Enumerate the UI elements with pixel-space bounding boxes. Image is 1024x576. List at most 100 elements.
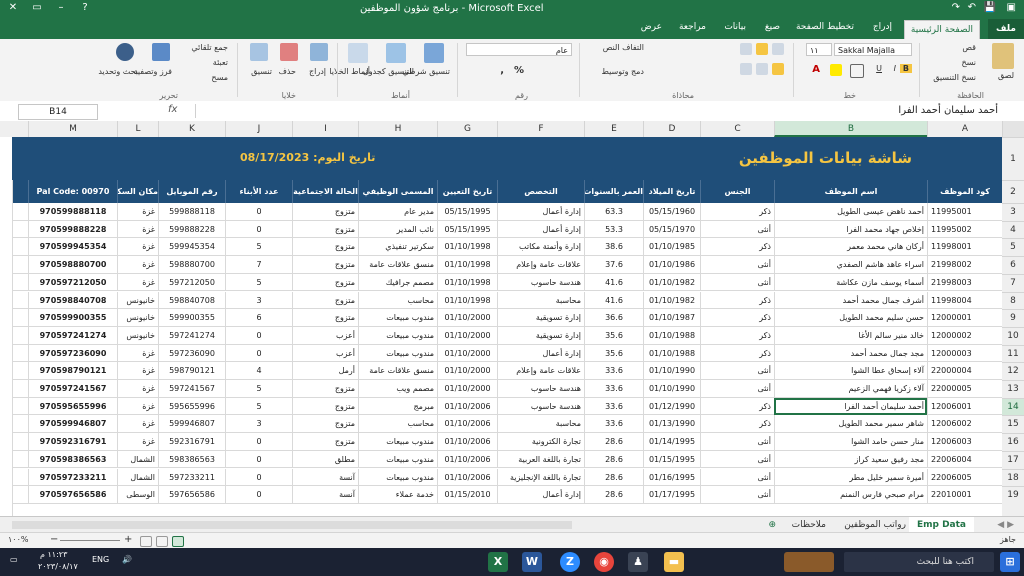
header-specialty[interactable]: التخصص (497, 180, 584, 203)
page-break-view-icon[interactable] (140, 536, 152, 547)
align-middle-icon[interactable] (756, 43, 768, 55)
cell-birth-date[interactable]: 01/13/1990 (643, 415, 700, 433)
tab-file[interactable]: ملف (988, 19, 1024, 39)
cell-age[interactable]: 41.6 (584, 273, 643, 291)
cell-hire-date[interactable]: 01/10/1998 (437, 273, 497, 291)
row-header[interactable]: 16 (1002, 433, 1024, 451)
copy-button[interactable]: نسخ (961, 58, 976, 67)
cell-employee-code[interactable]: 11998004 (927, 291, 1002, 309)
row-header[interactable]: 12 (1002, 362, 1024, 380)
cell-gender[interactable]: ذكر (700, 397, 774, 415)
taskbar-app-icon[interactable]: ♟ (628, 552, 648, 572)
sheet-tab-salaries[interactable]: رواتب الموظفين (836, 517, 914, 533)
cell-children[interactable]: 0 (225, 220, 292, 238)
cell-mobile[interactable]: 597241274 (158, 326, 225, 344)
borders-icon[interactable] (850, 64, 864, 78)
cell-employee-code[interactable]: 12000003 (927, 344, 1002, 362)
cell-residence[interactable]: غزة (117, 397, 158, 415)
select-all-corner[interactable] (1002, 121, 1024, 137)
cell-job-title[interactable]: مندوب مبيعات (358, 344, 437, 362)
language-indicator[interactable]: ENG (92, 555, 109, 564)
cell-hire-date[interactable]: 01/10/2000 (437, 362, 497, 380)
cell-gender[interactable]: أنثى (700, 256, 774, 274)
cell-gender[interactable]: أنثى (700, 468, 774, 486)
cell-age[interactable]: 35.6 (584, 326, 643, 344)
sheet-scroll-arrows[interactable]: ◀ ▶ (989, 517, 1022, 533)
cell-styles-button[interactable]: أنماط الخلايا (329, 67, 370, 76)
cell-employee-code[interactable]: 22000004 (927, 362, 1002, 380)
cell-employee-name[interactable]: أحمد سليمان أحمد الفرا (774, 397, 927, 415)
cell-pal-code[interactable]: 970597233211 (28, 468, 117, 486)
cell-job-title[interactable]: منسق علاقات عامة (358, 362, 437, 380)
cell-hire-date[interactable]: 01/10/2006 (437, 397, 497, 415)
column-header-e[interactable]: E (584, 121, 643, 137)
header-hire-date[interactable]: تاريخ التعيين (437, 180, 497, 203)
cell-residence[interactable]: غزة (117, 256, 158, 274)
cell-job-title[interactable]: مبرمج (358, 397, 437, 415)
tab-home[interactable]: الصفحة الرئيسية (903, 20, 980, 40)
cell-children[interactable]: 3 (225, 415, 292, 433)
cell-hire-date[interactable]: 01/10/1998 (437, 256, 497, 274)
cell-employee-name[interactable]: شاهر سمير محمد الطويل (774, 415, 927, 433)
column-header-l[interactable]: L (117, 121, 158, 137)
page-layout-view-icon[interactable] (156, 536, 168, 547)
column-header-c[interactable]: C (700, 121, 774, 137)
cell-pal-code[interactable]: 970597212050 (28, 273, 117, 291)
cell-gender[interactable]: ذكر (700, 309, 774, 327)
cell-job-title[interactable]: مندوب مبيعات (358, 326, 437, 344)
cell-employee-name[interactable]: اسراء عاهد هاشم الصفدي (774, 256, 927, 274)
file-explorer-icon[interactable]: ▬ (664, 552, 684, 572)
chrome-icon[interactable]: ◉ (594, 552, 614, 572)
cell-employee-name[interactable]: آلاء إسحاق عطا الشوا (774, 362, 927, 380)
header-birth-date[interactable]: تاريخ الميلاد (643, 180, 700, 203)
cell-age[interactable]: 38.6 (584, 238, 643, 256)
cell-residence[interactable]: غزة (117, 273, 158, 291)
cell-birth-date[interactable]: 01/10/1982 (643, 273, 700, 291)
align-right-icon[interactable] (772, 63, 784, 75)
cell-children[interactable]: 3 (225, 291, 292, 309)
column-header-i[interactable]: I (292, 121, 358, 137)
header-residence[interactable]: مكان السكن (117, 180, 158, 203)
cell-specialty[interactable]: تجارة باللغة العربية (497, 450, 584, 468)
maximize-button[interactable]: ▭ (26, 2, 48, 17)
cell-pal-code[interactable]: 970598880700 (28, 256, 117, 274)
close-button[interactable]: ✕ (2, 2, 24, 17)
fill-color-icon[interactable] (830, 64, 842, 76)
cell-children[interactable]: 0 (225, 344, 292, 362)
normal-view-icon[interactable] (172, 536, 184, 547)
cell-job-title[interactable]: محاسب (358, 291, 437, 309)
cell-age[interactable]: 35.6 (584, 344, 643, 362)
header-children[interactable]: عدد الأبناء (225, 180, 292, 203)
cell-marital-status[interactable]: متزوج (292, 415, 358, 433)
format-as-table-button[interactable]: التنسيق كجدول (363, 67, 414, 76)
cell-age[interactable]: 41.6 (584, 291, 643, 309)
cell-specialty[interactable]: إدارة تسويقية (497, 326, 584, 344)
minimize-button[interactable]: – (50, 2, 72, 17)
cell-pal-code[interactable]: 970592316791 (28, 433, 117, 451)
cell-hire-date[interactable]: 01/10/2006 (437, 468, 497, 486)
cell-hire-date[interactable]: 01/15/2010 (437, 486, 497, 504)
cell-marital-status[interactable]: متزوج (292, 380, 358, 397)
cell-employee-name[interactable]: أسماء يوسف مازن عكاشة (774, 273, 927, 291)
row-header[interactable]: 10 (1002, 326, 1024, 345)
delete-cells-button[interactable]: حذف (279, 67, 296, 76)
cell-employee-name[interactable]: منار حسن حامد الشوا (774, 433, 927, 451)
row-header[interactable]: 18 (1002, 468, 1024, 487)
align-center-icon[interactable] (756, 63, 768, 75)
add-sheet-button[interactable]: ⊕ (760, 517, 784, 533)
cell-birth-date[interactable]: 01/15/1995 (643, 450, 700, 468)
wrap-text-button[interactable]: التفاف النص (603, 43, 644, 52)
cell-employee-code[interactable]: 11995001 (927, 203, 1002, 220)
cell-job-title[interactable]: مندوب مبيعات (358, 309, 437, 327)
align-top-icon[interactable] (772, 43, 784, 55)
cell-age[interactable]: 28.6 (584, 450, 643, 468)
cell-residence[interactable]: غزة (117, 380, 158, 397)
taskbar-widget-icon[interactable] (784, 552, 834, 572)
sort-filter-button[interactable]: فرز وتصفية (134, 67, 172, 76)
notification-icon[interactable]: ▭ (10, 555, 18, 564)
header-age[interactable]: العمر بالسنوات (584, 180, 643, 203)
cell-hire-date[interactable]: 01/10/2000 (437, 380, 497, 397)
cell-pal-code[interactable]: 970597241567 (28, 380, 117, 397)
cell-gender[interactable]: ذكر (700, 203, 774, 220)
cell-birth-date[interactable]: 05/15/1960 (643, 203, 700, 220)
